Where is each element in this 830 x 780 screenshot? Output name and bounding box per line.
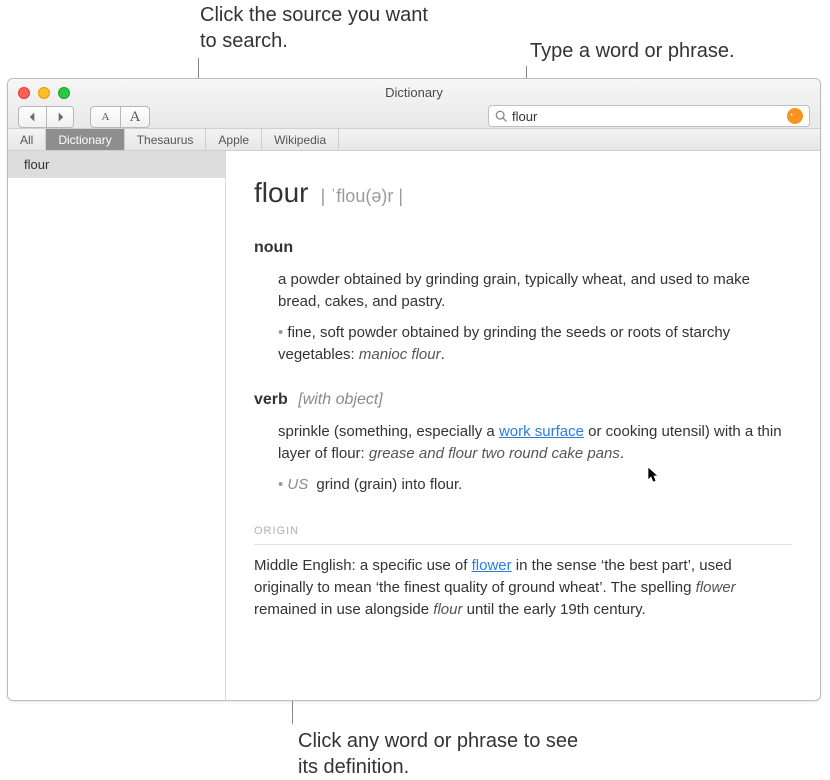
back-button[interactable] — [18, 106, 46, 128]
tab-all[interactable]: All — [8, 129, 46, 150]
increase-font-button[interactable]: A — [120, 106, 150, 128]
link-flower[interactable]: flower — [472, 557, 512, 574]
forward-button[interactable] — [46, 106, 74, 128]
tab-thesaurus[interactable]: Thesaurus — [125, 129, 207, 150]
origin-heading: ORIGIN — [254, 524, 792, 545]
origin-text[interactable]: Middle English: a specific use of flower… — [254, 555, 792, 620]
pos-label: verb — [254, 391, 288, 408]
link-work-surface[interactable]: work surface — [499, 423, 584, 440]
origin-segment: Middle English: a specific use of — [254, 557, 472, 574]
annotation-search: Type a word or phrase. — [530, 38, 735, 64]
period: . — [620, 445, 624, 462]
window-title: Dictionary — [8, 85, 820, 100]
region-label: US — [287, 476, 308, 493]
chevron-right-icon — [56, 112, 65, 122]
grammar-note: [with object] — [298, 391, 382, 408]
dictionary-window: Dictionary A A All Dicti — [7, 78, 821, 701]
origin-italic: flour — [433, 601, 462, 618]
chevron-left-icon — [28, 112, 37, 122]
titlebar: Dictionary A A — [8, 79, 820, 129]
period: . — [441, 346, 445, 363]
tab-apple[interactable]: Apple — [206, 129, 262, 150]
subdefinition-noun[interactable]: fine, soft powder obtained by grinding t… — [278, 322, 792, 366]
example: manioc flour — [359, 346, 441, 363]
example: grease and flour two round cake pans — [369, 445, 620, 462]
subdef-text: fine, soft powder obtained by grinding t… — [278, 324, 730, 363]
definition-verb[interactable]: sprinkle (something, especially a work s… — [278, 421, 792, 465]
search-input[interactable] — [512, 109, 787, 124]
source-tabs: All Dictionary Thesaurus Apple Wikipedia — [8, 129, 820, 151]
window-body: flour flour | ˈflou(ə)r | noun a powder … — [8, 151, 820, 700]
tab-wikipedia[interactable]: Wikipedia — [262, 129, 339, 150]
sidebar: flour — [8, 151, 226, 700]
headword: flour — [254, 177, 308, 208]
part-of-speech-noun: noun — [254, 236, 792, 259]
subdefinition-verb[interactable]: US grind (grain) into flour. — [278, 474, 792, 496]
sidebar-item-flour[interactable]: flour — [8, 151, 225, 178]
font-size-buttons: A A — [90, 106, 150, 128]
def-text: sprinkle (something, especially a — [278, 423, 499, 440]
search-icon — [495, 110, 507, 122]
nav-buttons — [18, 106, 74, 128]
definition-pane: flour | ˈflou(ə)r | noun a powder obtain… — [226, 151, 820, 700]
origin-segment: remained in use alongside — [254, 601, 433, 618]
origin-segment: until the early 19th century. — [462, 601, 645, 618]
decrease-font-button[interactable]: A — [90, 106, 120, 128]
part-of-speech-verb: verb [with object] — [254, 388, 792, 411]
tab-dictionary[interactable]: Dictionary — [46, 129, 124, 150]
origin-italic: flower — [696, 579, 736, 596]
search-field-wrap[interactable] — [488, 105, 810, 127]
annotation-click-word: Click any word or phrase to see its defi… — [298, 728, 598, 780]
definition-noun[interactable]: a powder obtained by grinding grain, typ… — [278, 269, 792, 313]
snapback-button[interactable] — [787, 108, 803, 124]
annotation-source: Click the source you want to search. — [200, 2, 430, 54]
subdef-text: grind (grain) into flour. — [312, 476, 462, 493]
snapback-icon — [790, 111, 800, 121]
pronunciation: | ˈflou(ə)r | — [321, 186, 403, 206]
